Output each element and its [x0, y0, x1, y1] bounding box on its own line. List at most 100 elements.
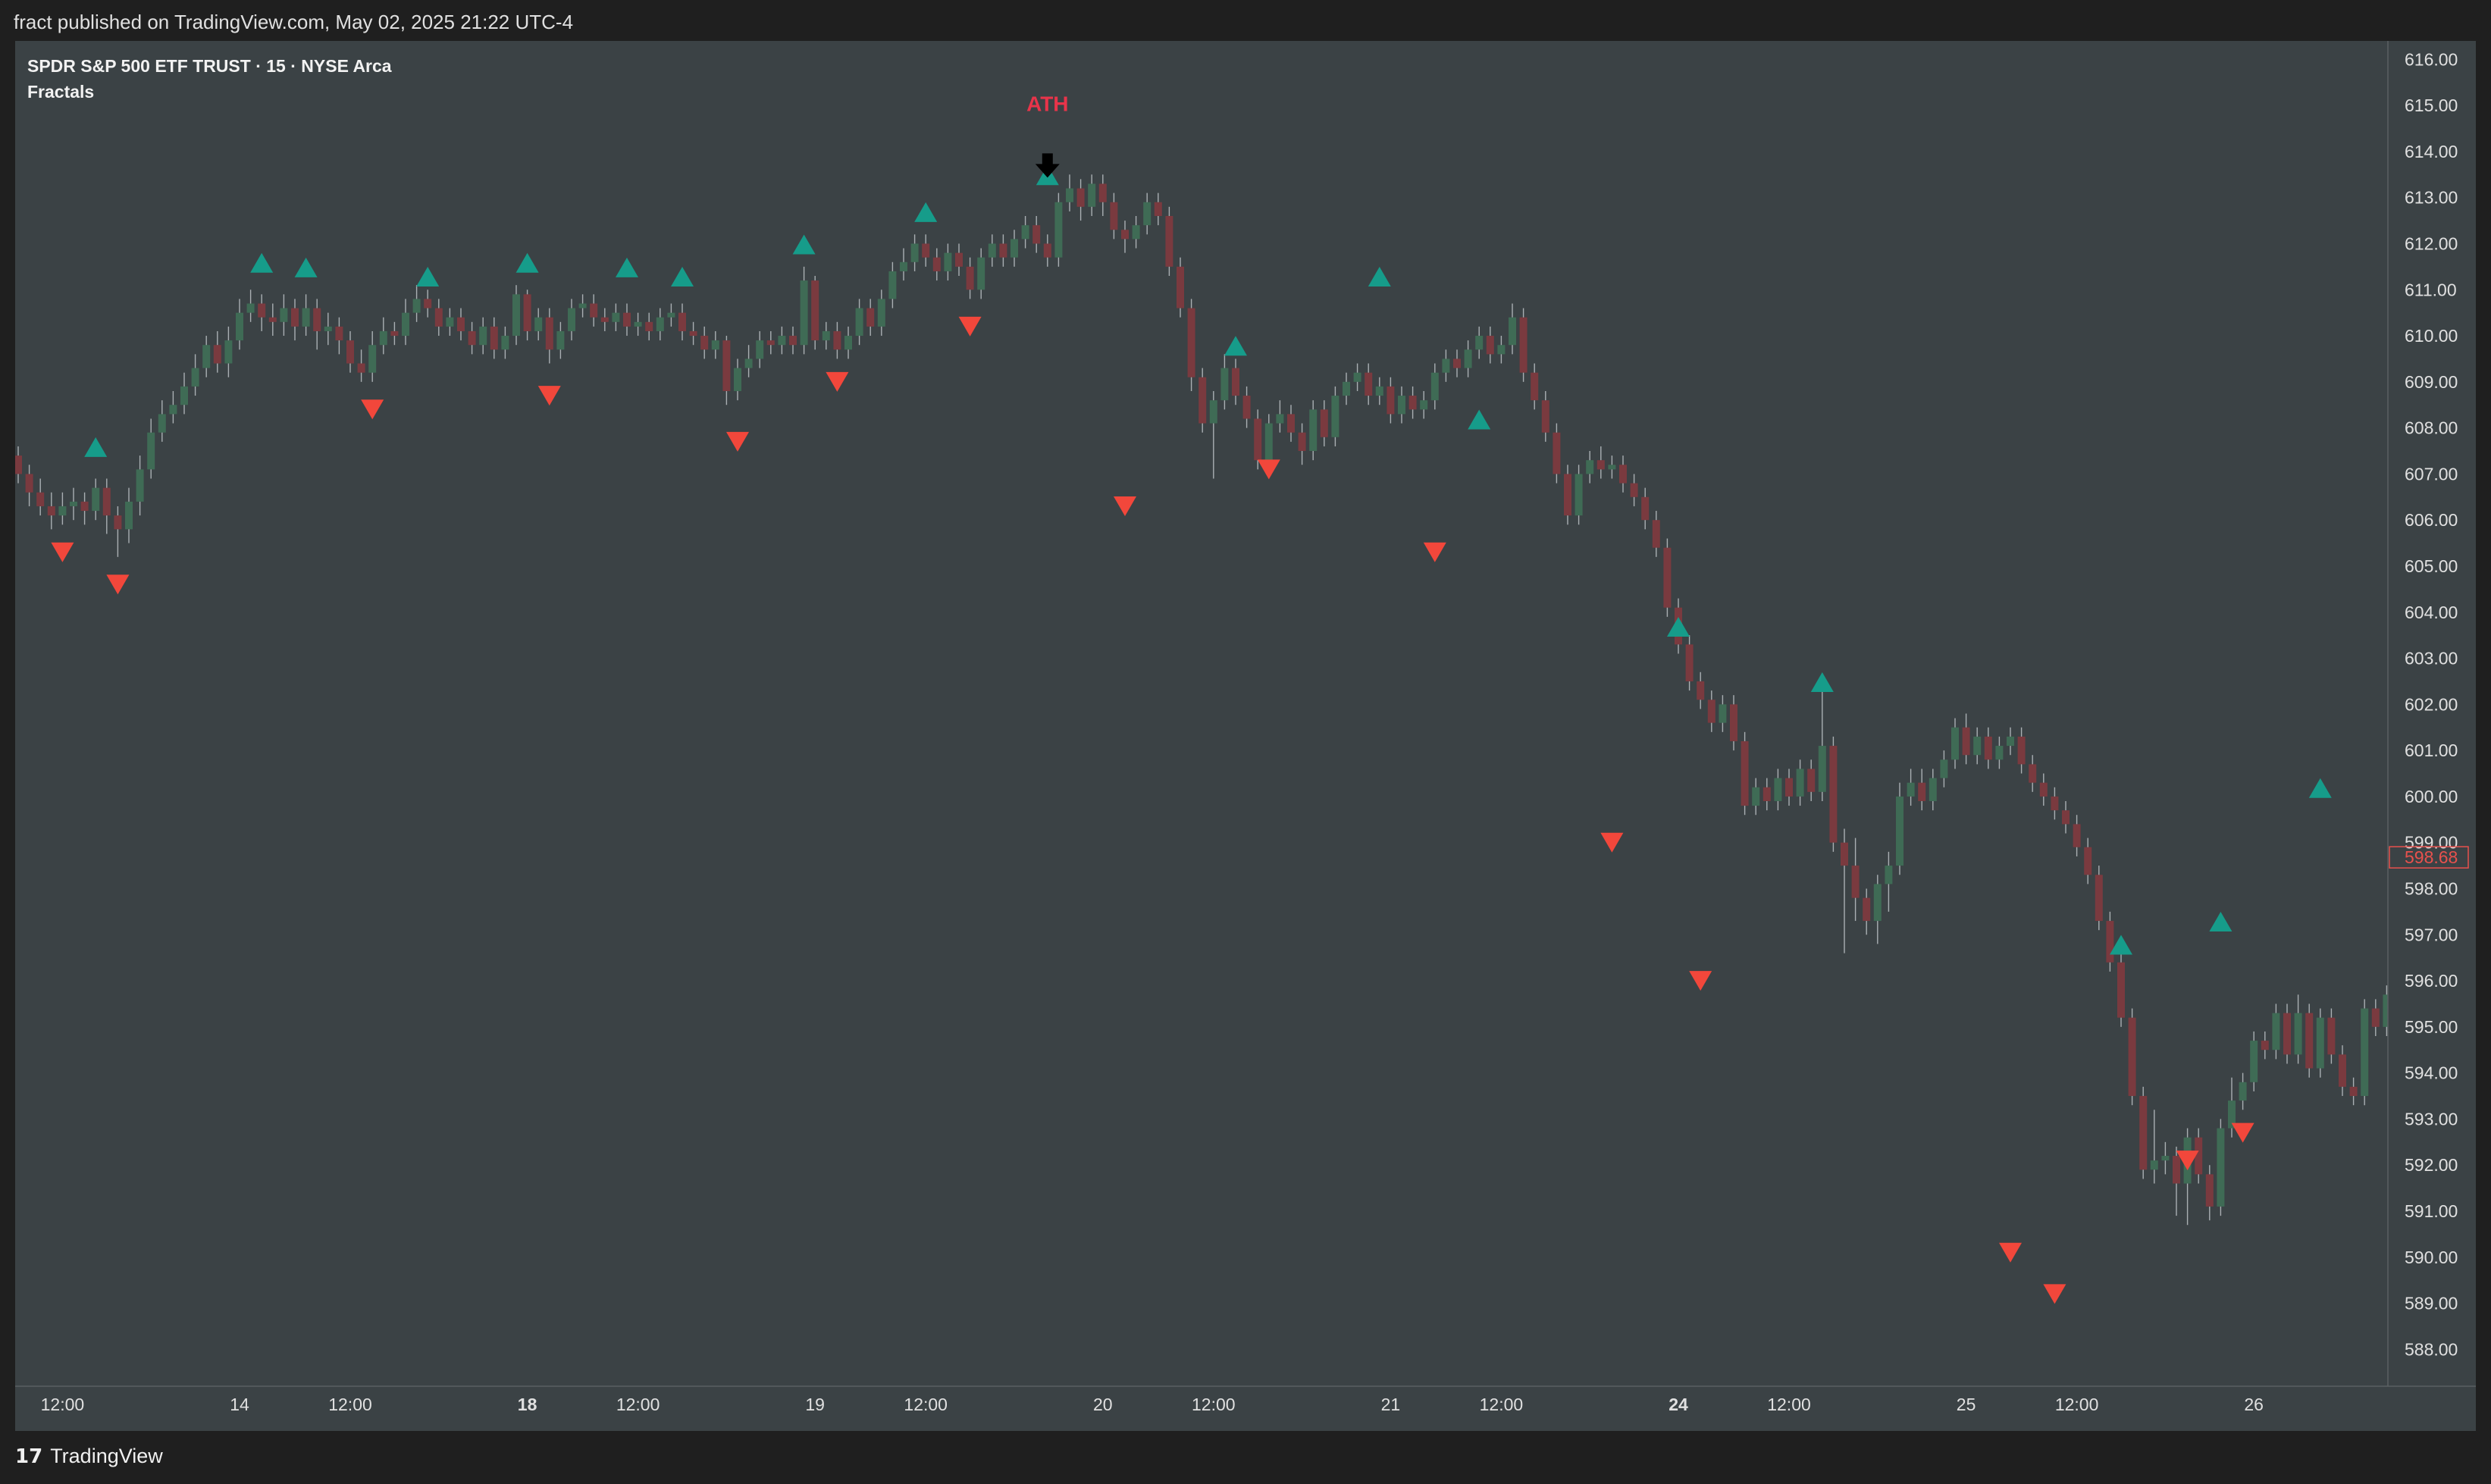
symbol-title[interactable]: SPDR S&P 500 ETF TRUST · 15 · NYSE Arca	[27, 53, 392, 79]
candle-body	[1896, 796, 1904, 866]
candle-body	[2339, 1054, 2346, 1087]
candle-body	[25, 474, 33, 493]
candle-body	[1430, 372, 1439, 401]
candle-body	[844, 336, 852, 350]
indicator-name[interactable]: Fractals	[27, 79, 392, 105]
candle-body	[1818, 746, 1826, 792]
candle-body	[2250, 1041, 2258, 1082]
candle-body	[778, 336, 786, 346]
candle-body	[922, 243, 930, 258]
candle-body	[1863, 897, 1871, 922]
candle-body	[2205, 1174, 2214, 1207]
candle-body	[1309, 409, 1318, 452]
fractal-down-marker	[726, 431, 749, 452]
candle-body	[1730, 704, 1737, 741]
candle-body	[1021, 225, 1029, 240]
candle-body	[722, 340, 731, 391]
candle-body	[2195, 1137, 2203, 1175]
candle-body	[1519, 317, 1528, 373]
candle-body	[36, 492, 45, 506]
ath-arrow-icon	[1035, 153, 1060, 178]
candle-body	[1398, 396, 1405, 415]
candle-body	[756, 340, 764, 359]
candle-body	[966, 266, 974, 290]
chart-canvas[interactable]: ATH588.00589.00590.00591.00592.00593.005…	[15, 41, 2476, 1431]
candle-body	[1841, 842, 1848, 866]
candle-body	[1685, 644, 1694, 681]
candle-body	[545, 317, 553, 350]
fractal-down-marker	[2231, 1122, 2254, 1143]
fractal-up-marker	[914, 202, 938, 222]
candle-body	[612, 312, 620, 322]
candle-body	[1420, 400, 1428, 410]
y-tick-label: 595.00	[2405, 1017, 2458, 1037]
tradingview-logo[interactable]: 17 TradingView	[15, 1445, 163, 1468]
candle-body	[2039, 782, 2048, 797]
candle-body	[92, 487, 100, 512]
candle-body	[2371, 1008, 2380, 1027]
candle-body	[1132, 225, 1140, 240]
candle-body	[468, 330, 476, 346]
candle-body	[180, 386, 188, 405]
candle-body	[446, 317, 454, 327]
candle-body	[1697, 681, 1705, 700]
candle-body	[988, 243, 996, 258]
candle-body	[1486, 336, 1494, 355]
candle-body	[136, 469, 144, 502]
candle-body	[1752, 787, 1760, 806]
candle-body	[2139, 1096, 2148, 1170]
candle-body	[944, 252, 952, 271]
candle-body	[280, 308, 288, 322]
candle-body	[523, 294, 531, 331]
candle-body	[102, 487, 111, 516]
candle-body	[1209, 400, 1217, 424]
candle-body	[1929, 778, 1937, 801]
candle-body	[2349, 1086, 2358, 1097]
candle-body	[678, 312, 686, 331]
candle-body	[313, 308, 321, 331]
ath-label: ATH	[1026, 92, 1068, 115]
candle-body	[2261, 1041, 2269, 1050]
fractal-up-marker	[84, 437, 108, 457]
candle-body	[2150, 1160, 2158, 1170]
candle-body	[855, 308, 863, 337]
candle-body	[1054, 202, 1063, 258]
x-tick-label: 14	[230, 1395, 249, 1414]
candle-body	[1973, 736, 1982, 756]
candle-body	[70, 501, 77, 506]
candle-body	[80, 501, 89, 512]
y-tick-label: 611.00	[2405, 280, 2457, 299]
candle-body	[236, 312, 243, 341]
last-price-label: 598.68	[2405, 847, 2458, 867]
candle-body	[1386, 386, 1395, 415]
candle-body	[2272, 1013, 2280, 1050]
candle-body	[368, 345, 377, 373]
x-tick-label: 12:00	[1767, 1395, 1811, 1414]
candle-body	[999, 243, 1007, 258]
candle-body	[1995, 746, 2004, 760]
fractal-up-marker	[250, 252, 274, 273]
candle-body	[789, 336, 797, 346]
candle-body	[1198, 377, 1207, 424]
candle-body	[335, 326, 343, 341]
candle-body	[357, 363, 365, 373]
candle-body	[2217, 1128, 2225, 1207]
x-tick-label: 19	[805, 1395, 825, 1414]
fractal-down-marker	[826, 371, 849, 392]
y-tick-label: 593.00	[2405, 1109, 2458, 1129]
candle-body	[1719, 704, 1727, 723]
x-tick-label: 20	[1093, 1395, 1113, 1414]
top-bar: fract published on TradingView.com, May …	[0, 0, 2491, 41]
chart-frame[interactable]: ATH 588.00 589.00 590.00 591.00 592.00 593.00 5…	[15, 41, 2476, 1431]
fractal-down-marker	[1999, 1242, 2022, 1263]
candle-body	[58, 506, 67, 516]
candle-body	[1098, 183, 1107, 202]
candle-body	[2051, 796, 2059, 811]
y-tick-label: 615.00	[2405, 95, 2458, 115]
y-tick-label: 603.00	[2405, 649, 2458, 668]
candle-body	[1885, 866, 1893, 884]
candle-body	[1264, 423, 1273, 461]
candle-body	[202, 345, 211, 368]
fractal-up-marker	[1368, 267, 1391, 287]
x-tick-label: 12:00	[616, 1395, 660, 1414]
